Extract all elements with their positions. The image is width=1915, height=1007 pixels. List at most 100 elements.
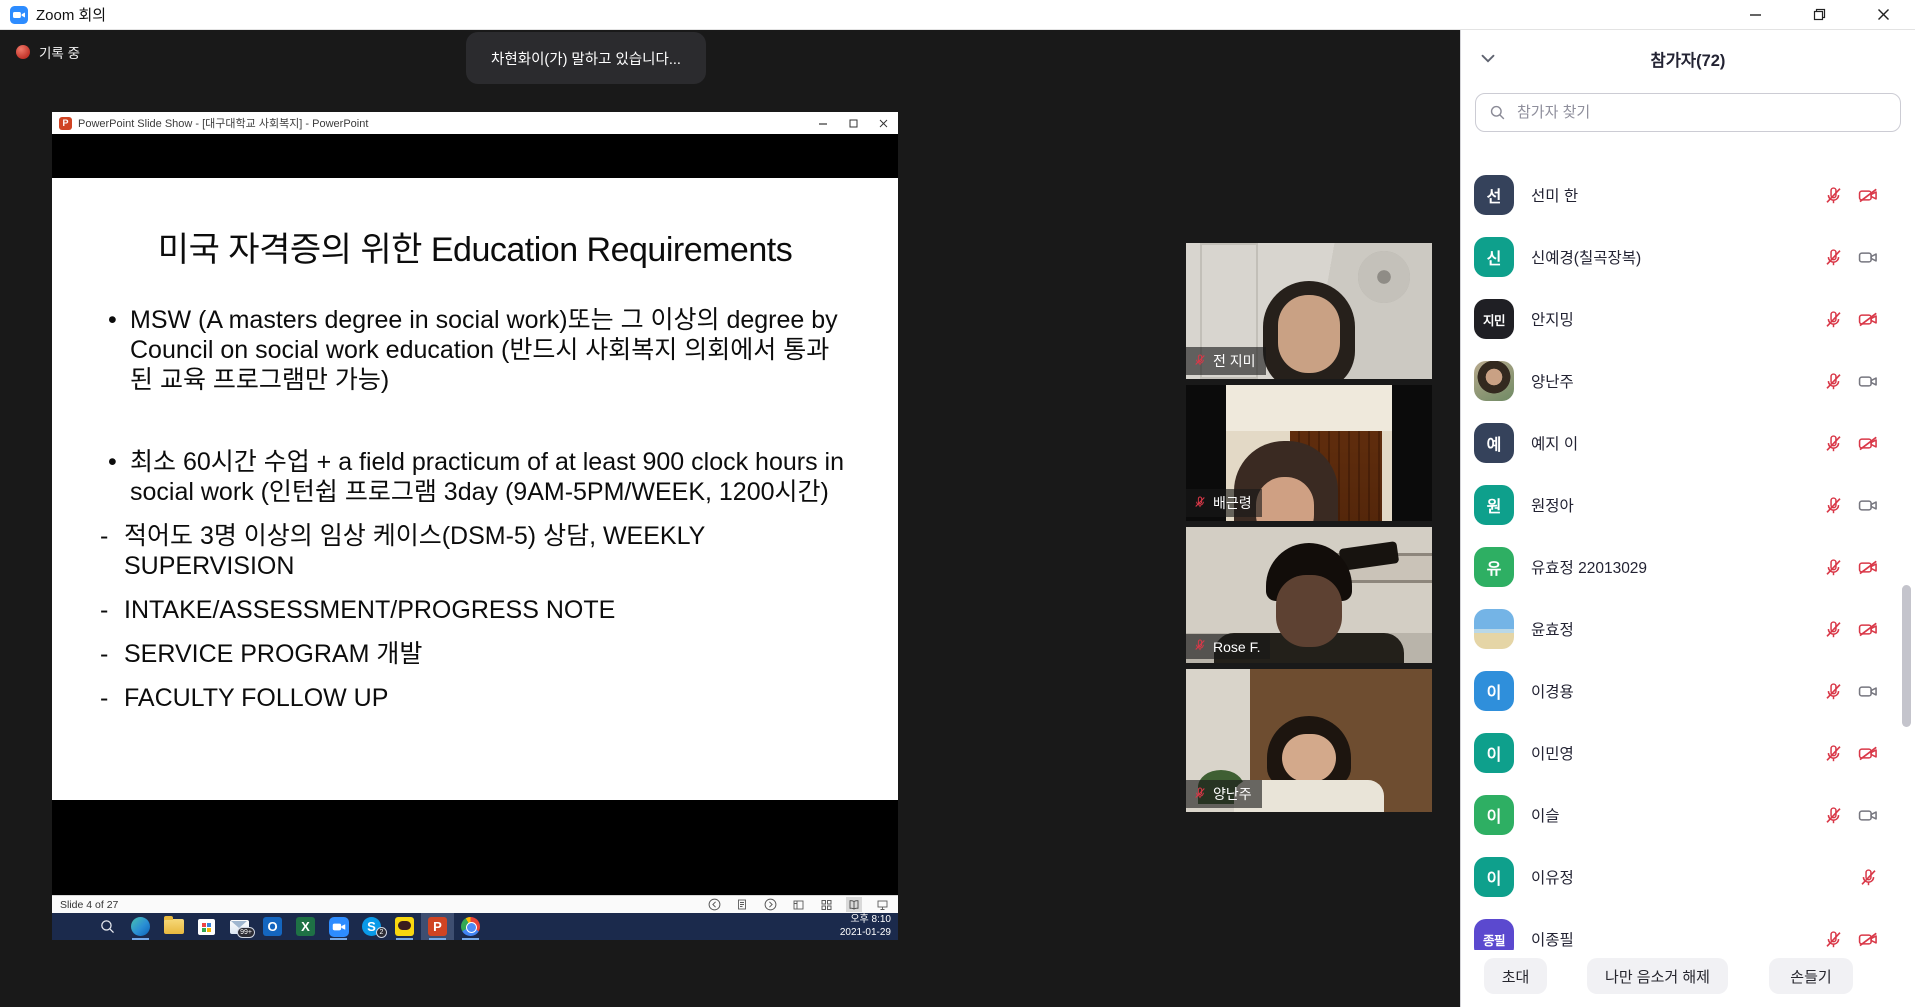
close-button[interactable] <box>1851 0 1915 30</box>
avatar: 이 <box>1474 671 1514 711</box>
next-slide-icon[interactable] <box>762 897 778 912</box>
avatar: 선 <box>1474 175 1514 215</box>
avatar: 이 <box>1474 733 1514 773</box>
participant-row[interactable]: 이이유정 <box>1461 846 1915 908</box>
unmute-me-button[interactable]: 나만 음소거 해제 <box>1587 958 1728 994</box>
participant-row[interactable]: 이 이슬 <box>1461 784 1915 846</box>
mic-muted-icon <box>1857 866 1879 888</box>
recording-indicator[interactable]: 기록 중 <box>16 42 80 62</box>
taskbar-start-icon[interactable] <box>58 913 91 940</box>
avatar: 원 <box>1474 485 1514 525</box>
chevron-down-icon[interactable] <box>1477 47 1499 69</box>
video-off-icon <box>1857 308 1879 330</box>
windows-taskbar: 99+ 2 오후 8:10 2021-01-29 <box>52 913 898 940</box>
ppt-close-button[interactable] <box>868 112 898 134</box>
slideshow-view-icon[interactable] <box>874 897 890 912</box>
ppt-minimize-button[interactable] <box>808 112 838 134</box>
video-off-icon <box>1857 432 1879 454</box>
video-off-icon <box>1857 742 1879 764</box>
taskbar-zoom-icon[interactable] <box>322 913 355 940</box>
participant-row[interactable]: 지민 안지밍 <box>1461 288 1915 350</box>
participant-name: 양난주 <box>1531 370 1783 392</box>
taskbar-file-explorer-icon[interactable] <box>157 913 190 940</box>
video-off-icon <box>1857 928 1879 950</box>
taskbar-powerpoint-icon[interactable] <box>421 913 454 940</box>
slide-bullet: -INTAKE/ASSESSMENT/PROGRESS NOTE <box>100 595 854 625</box>
avatar: 지민 <box>1474 299 1514 339</box>
minimize-button[interactable] <box>1723 0 1787 30</box>
slideshow-black-top <box>52 134 898 178</box>
taskbar-chrome-icon[interactable] <box>454 913 487 940</box>
participant-name: 신예경(칠곡장복) <box>1531 246 1783 268</box>
participant-row[interactable]: 윤효정 <box>1461 598 1915 660</box>
participant-name: 원정아 <box>1531 494 1783 516</box>
video-thumbnail[interactable]: 전 지미 <box>1186 243 1432 379</box>
avatar: 예 <box>1474 423 1514 463</box>
participant-row[interactable]: 종필이종필 <box>1461 908 1915 950</box>
slide-canvas: 미국 자격증의 위한 Education Requirements •MSW (… <box>52 178 898 800</box>
participant-row[interactable]: 이 이민영 <box>1461 722 1915 784</box>
video-on-icon <box>1857 804 1879 826</box>
avatar: 이 <box>1474 857 1514 897</box>
mic-muted-icon <box>1822 742 1844 764</box>
slide-body: •MSW (A masters degree in social work)또는… <box>100 305 854 713</box>
taskbar-outlook-icon[interactable] <box>256 913 289 940</box>
clock-time: 오후 8:10 <box>840 914 891 927</box>
taskbar-skype-icon[interactable]: 2 <box>355 913 388 940</box>
slide-indicator: Slide 4 of 27 <box>60 899 118 911</box>
ppt-restore-button[interactable] <box>838 112 868 134</box>
slide-bullet: -SERVICE PROGRAM 개발 <box>100 639 854 669</box>
taskbar-clock[interactable]: 오후 8:10 2021-01-29 <box>840 914 891 939</box>
zoom-meeting-window: Zoom 회의 기록 중 차현화이(가) 말하고 있습니다... P P <box>0 0 1915 1007</box>
reading-view-icon[interactable] <box>846 897 862 912</box>
mic-muted-icon <box>1822 618 1844 640</box>
taskbar-kakaotalk-icon[interactable] <box>388 913 421 940</box>
powerpoint-icon: P <box>59 117 72 130</box>
taskbar-edge-icon[interactable] <box>124 913 157 940</box>
slide-sorter-view-icon[interactable] <box>818 897 834 912</box>
participant-name: 이민영 <box>1531 742 1783 764</box>
active-speaker-text: 차현화이(가) 말하고 있습니다... <box>491 48 681 69</box>
invite-button[interactable]: 초대 <box>1484 958 1547 994</box>
video-thumbnail[interactable]: Rose F. <box>1186 527 1432 663</box>
participant-search[interactable] <box>1475 93 1901 132</box>
video-thumbnail[interactable]: 양난주 <box>1186 669 1432 812</box>
taskbar-excel-icon[interactable] <box>289 913 322 940</box>
taskbar-search-icon[interactable] <box>91 913 124 940</box>
taskbar-mail-icon[interactable]: 99+ <box>223 913 256 940</box>
slide-bullet: •MSW (A masters degree in social work)또는… <box>100 305 854 395</box>
video-off-icon <box>1857 618 1879 640</box>
restore-button[interactable] <box>1787 0 1851 30</box>
mic-muted-icon <box>1822 184 1844 206</box>
window-titlebar: Zoom 회의 <box>0 0 1915 30</box>
search-input[interactable] <box>1515 103 1888 122</box>
annotate-icon[interactable] <box>734 897 750 912</box>
avatar: 이 <box>1474 795 1514 835</box>
normal-view-icon[interactable] <box>790 897 806 912</box>
raise-hand-button[interactable]: 손들기 <box>1769 958 1853 994</box>
avatar-photo <box>1474 609 1514 649</box>
participant-row[interactable]: 유유효정 22013029 <box>1461 536 1915 598</box>
scrollbar-thumb[interactable] <box>1902 585 1911 727</box>
participant-name-label: Rose F. <box>1186 634 1270 659</box>
slide-bullet: •최소 60시간 수업 + a field practicum of at le… <box>100 447 854 507</box>
participant-row[interactable]: 선선미 한 <box>1461 164 1915 226</box>
participant-row[interactable]: 예 예지 이 <box>1461 412 1915 474</box>
taskbar-store-icon[interactable] <box>190 913 223 940</box>
slide-bullet: -FACULTY FOLLOW UP <box>100 683 854 713</box>
participant-row[interactable]: 원 원정아 <box>1461 474 1915 536</box>
video-on-icon <box>1857 680 1879 702</box>
video-thumbnail[interactable]: 배근령 <box>1186 385 1432 521</box>
participant-name: 이슬 <box>1531 804 1783 826</box>
prev-slide-icon[interactable] <box>706 897 722 912</box>
window-title: Zoom 회의 <box>36 4 106 25</box>
participant-name: 유효정 22013029 <box>1531 556 1783 578</box>
participant-name: 안지밍 <box>1531 308 1783 330</box>
mic-muted-icon <box>1822 308 1844 330</box>
participant-row[interactable]: 신신예경(칠곡장복) <box>1461 226 1915 288</box>
participant-name: 예지 이 <box>1531 432 1783 454</box>
participant-row[interactable]: 이이경용 <box>1461 660 1915 722</box>
participant-row[interactable]: 양난주 <box>1461 350 1915 412</box>
ppt-window-title: PowerPoint Slide Show - [대구대학교 사회복지] - P… <box>78 115 368 131</box>
video-on-icon <box>1857 370 1879 392</box>
